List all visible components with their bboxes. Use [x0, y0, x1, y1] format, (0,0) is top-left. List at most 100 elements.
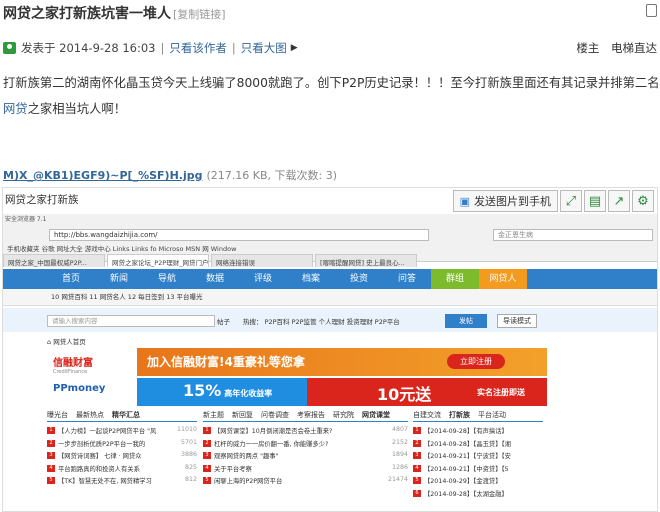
banner-logo-text: 信融财富 [53, 358, 93, 369]
meta-separator: | [160, 41, 165, 55]
online-status-icon [3, 42, 16, 54]
new-window-icon[interactable]: ▤ [584, 190, 606, 212]
post-body-line2: 网贷之家相当坑人啊！ [3, 99, 126, 117]
list-item: 3 观察网贷的两点 "趣事" 1894 [203, 451, 408, 464]
col-tab: 新回复 [232, 411, 253, 419]
breadcrumb-text: 网贷人首页 [53, 338, 86, 346]
ad-banner-xinrong: 信融财富 CreditFinance 加入信融财富!4重豪礼等您拿 立即注册 [47, 348, 547, 376]
meta-separator: | [231, 41, 236, 55]
thread-title-text: 网贷之家打新族坑害一堆人 [3, 6, 171, 22]
list-item-count: 825 [184, 463, 197, 471]
col2-tabs: 新主题 新回复 问卷调查 考察报告 研究院 网贷课堂 [203, 408, 408, 422]
breadcrumb: ⌂ 网贷人首页 [47, 336, 86, 346]
search-select: 帖子 [217, 318, 230, 326]
rank-badge: 3 [413, 452, 421, 459]
list-item-count: 5701 [180, 438, 197, 446]
nav-item: 新闻 [109, 274, 128, 284]
nav-item: 档案 [301, 274, 320, 284]
col-tab: 考察报告 [297, 411, 325, 419]
copy-link-button[interactable]: [复制链接] [173, 8, 226, 21]
fullscreen-icon[interactable]: ⤢ [560, 190, 582, 212]
wangdai-link[interactable]: 网贷 [3, 102, 28, 116]
ad-banner-ppmoney: PPmoney 15% 高年化收益率 10元送 实名注册即送 [47, 378, 547, 406]
list-item-title: 关于平台考察 [214, 465, 252, 473]
list-item-count: 1286 [391, 463, 408, 471]
phone-icon: ▣ [459, 194, 470, 208]
list-item: 3 【2014-09-21】【宁波贷】【安 [413, 451, 548, 464]
banner-rate-label: 高年化收益率 [224, 389, 273, 398]
banner-register-button: 立即注册 [447, 354, 505, 369]
rank-badge: 4 [413, 464, 421, 472]
col2-list: 1 【网贷课堂】10月倒闭潮是否会卷土重来? 4807 2 杠杆的威力一一房价翻一番,… [203, 426, 408, 489]
col-tab: 打新族 [449, 411, 470, 419]
browser-window-label: 安全浏览器 7.1 [5, 216, 47, 223]
triangle-right-icon[interactable]: ▶ [291, 43, 298, 53]
send-to-phone-label: 发送图片到手机 [474, 195, 551, 208]
list-item: 5 【TK】智慧无处不在, 网贷精学习 812 [47, 476, 197, 489]
banner-register-text: 实名注册即送 [477, 388, 525, 397]
rank-badge: 6 [413, 489, 421, 497]
site-nav: 首页 新闻 导航 数据 评级 档案 投资 问答 群组 网贷人 [3, 269, 657, 289]
list-item-count: 2152 [391, 438, 408, 446]
list-item: 2 【2014-09-28】【晶玉贷】【湘 [413, 439, 548, 452]
favorites-bar: 手机收藏夹 谷歌 网址大全 游戏中心 Links Links fo Micros… [7, 245, 237, 253]
image-caption: 网贷之家打新族 [5, 194, 79, 206]
list-item: 4 关于平台考察 1286 [203, 464, 408, 477]
thread-title: 网贷之家打新族坑害一堆人 [复制链接] [3, 3, 226, 23]
address-bar: http://bbs.wangdaizhijia.com/ [49, 229, 429, 241]
print-icon[interactable] [646, 4, 657, 17]
browser-tab: 网贷之家论坛_P2P理财_网贷门户 [107, 254, 209, 267]
col-tab: 精华汇总 [112, 411, 140, 419]
rank-badge: 5 [413, 477, 421, 484]
col3-list: 1 【2014-09-28】【有声搞话】 2 【2014-09-28】【晶玉贷】【湘… [413, 426, 548, 501]
list-item: 2 杠杆的威力一一房价翻一番, 你能赚多少? 2152 [203, 439, 408, 452]
list-item: 5 【2014-09-29】【金渡贷】 [413, 476, 548, 489]
list-item-title: 【2014-09-29】【金渡贷】 [424, 478, 502, 485]
post-date: 发表于 2014-9-28 16:03 [21, 41, 156, 55]
col-tab: 曝光台 [47, 411, 68, 419]
browser-tab: [喀喀提醒网贷] 史上最良心... [315, 254, 417, 267]
list-item-title: 【2014-09-21】【宁波贷】【安 [424, 453, 511, 460]
floor-label: 楼主 [576, 41, 600, 55]
new-post-button: 发帖 [445, 314, 487, 328]
list-item-count: 812 [184, 476, 197, 483]
list-item: 4 平台跑路真的和投资人有关系 825 [47, 464, 197, 477]
col-tab: 问卷调查 [261, 411, 289, 419]
list-item-title: 闲聊上海的P2P网贷平台 [214, 478, 283, 485]
attached-image[interactable]: 网贷之家打新族 ▣ 发送图片到手机 ⤢ ▤ ↗ ⚙ 安全浏览器 7.1 http:… [2, 187, 658, 512]
list-item: 1 【2014-09-28】【有声搞话】 [413, 426, 548, 439]
banner-text: 加入信融财富!4重豪礼等您拿 [147, 355, 305, 369]
elevator-link[interactable]: 电梯直达 [611, 41, 657, 55]
list-item-title: 【人力榜】一起谈P2P网贷平台 "风 [58, 428, 157, 435]
list-item-title: 【2014-09-21】【中资贷】【5 [424, 465, 509, 473]
nav-item: 网贷人 [479, 269, 527, 289]
site-search-input: 请输入搜索内容 [47, 315, 215, 327]
attachment-filename-link[interactable]: M)X_@KB1)EGF9)~P[_%SF)H.jpg [3, 169, 202, 182]
col3-tabs: 自建交流 打新族 平台活动 [413, 408, 543, 422]
list-item-title: 【2014-09-28】【晶玉贷】【湘 [424, 440, 511, 448]
col-tab: 研究院 [333, 411, 354, 419]
list-item-count: 21474 [388, 476, 409, 483]
list-item-title: 杠杆的威力一一房价翻一番, 你能赚多少? [214, 440, 329, 448]
banner-logo: 信融财富 CreditFinance [53, 354, 93, 375]
browser-tabs: 网贷之家_中国最权威P2P... 网贷之家论坛_P2P理财_网贷门户 网络连接错… [3, 254, 657, 267]
list-item-count: 11010 [177, 426, 198, 433]
share-icon[interactable]: ↗ [608, 190, 630, 212]
only-author-link[interactable]: 只看该作者 [169, 40, 227, 56]
list-item: 4 【2014-09-21】【中资贷】【5 [413, 464, 548, 477]
guide-mode-button: 导读模式 [497, 314, 537, 328]
list-item: 2 一步步剖析优质P2P平台一我的 5701 [47, 439, 197, 452]
gear-icon[interactable]: ⚙ [632, 190, 654, 212]
rank-badge: 5 [203, 477, 211, 484]
list-item-title: 【2014-09-28】【有声搞话】 [424, 428, 508, 435]
rank-badge: 1 [47, 427, 55, 434]
rank-badge: 2 [47, 439, 55, 447]
rank-badge: 2 [413, 439, 421, 447]
list-item-title: 一步步剖析优质P2P平台一我的 [58, 440, 146, 448]
col1-tabs: 曝光台 最新热点 精华汇总 [47, 408, 197, 422]
rank-badge: 4 [203, 464, 211, 472]
only-big-image-link[interactable]: 只看大图 [241, 40, 287, 56]
list-item: 6 【2014-09-28】【太湖金融】 [413, 489, 548, 502]
rank-badge: 1 [413, 427, 421, 434]
send-to-phone-button[interactable]: ▣ 发送图片到手机 [452, 190, 558, 212]
